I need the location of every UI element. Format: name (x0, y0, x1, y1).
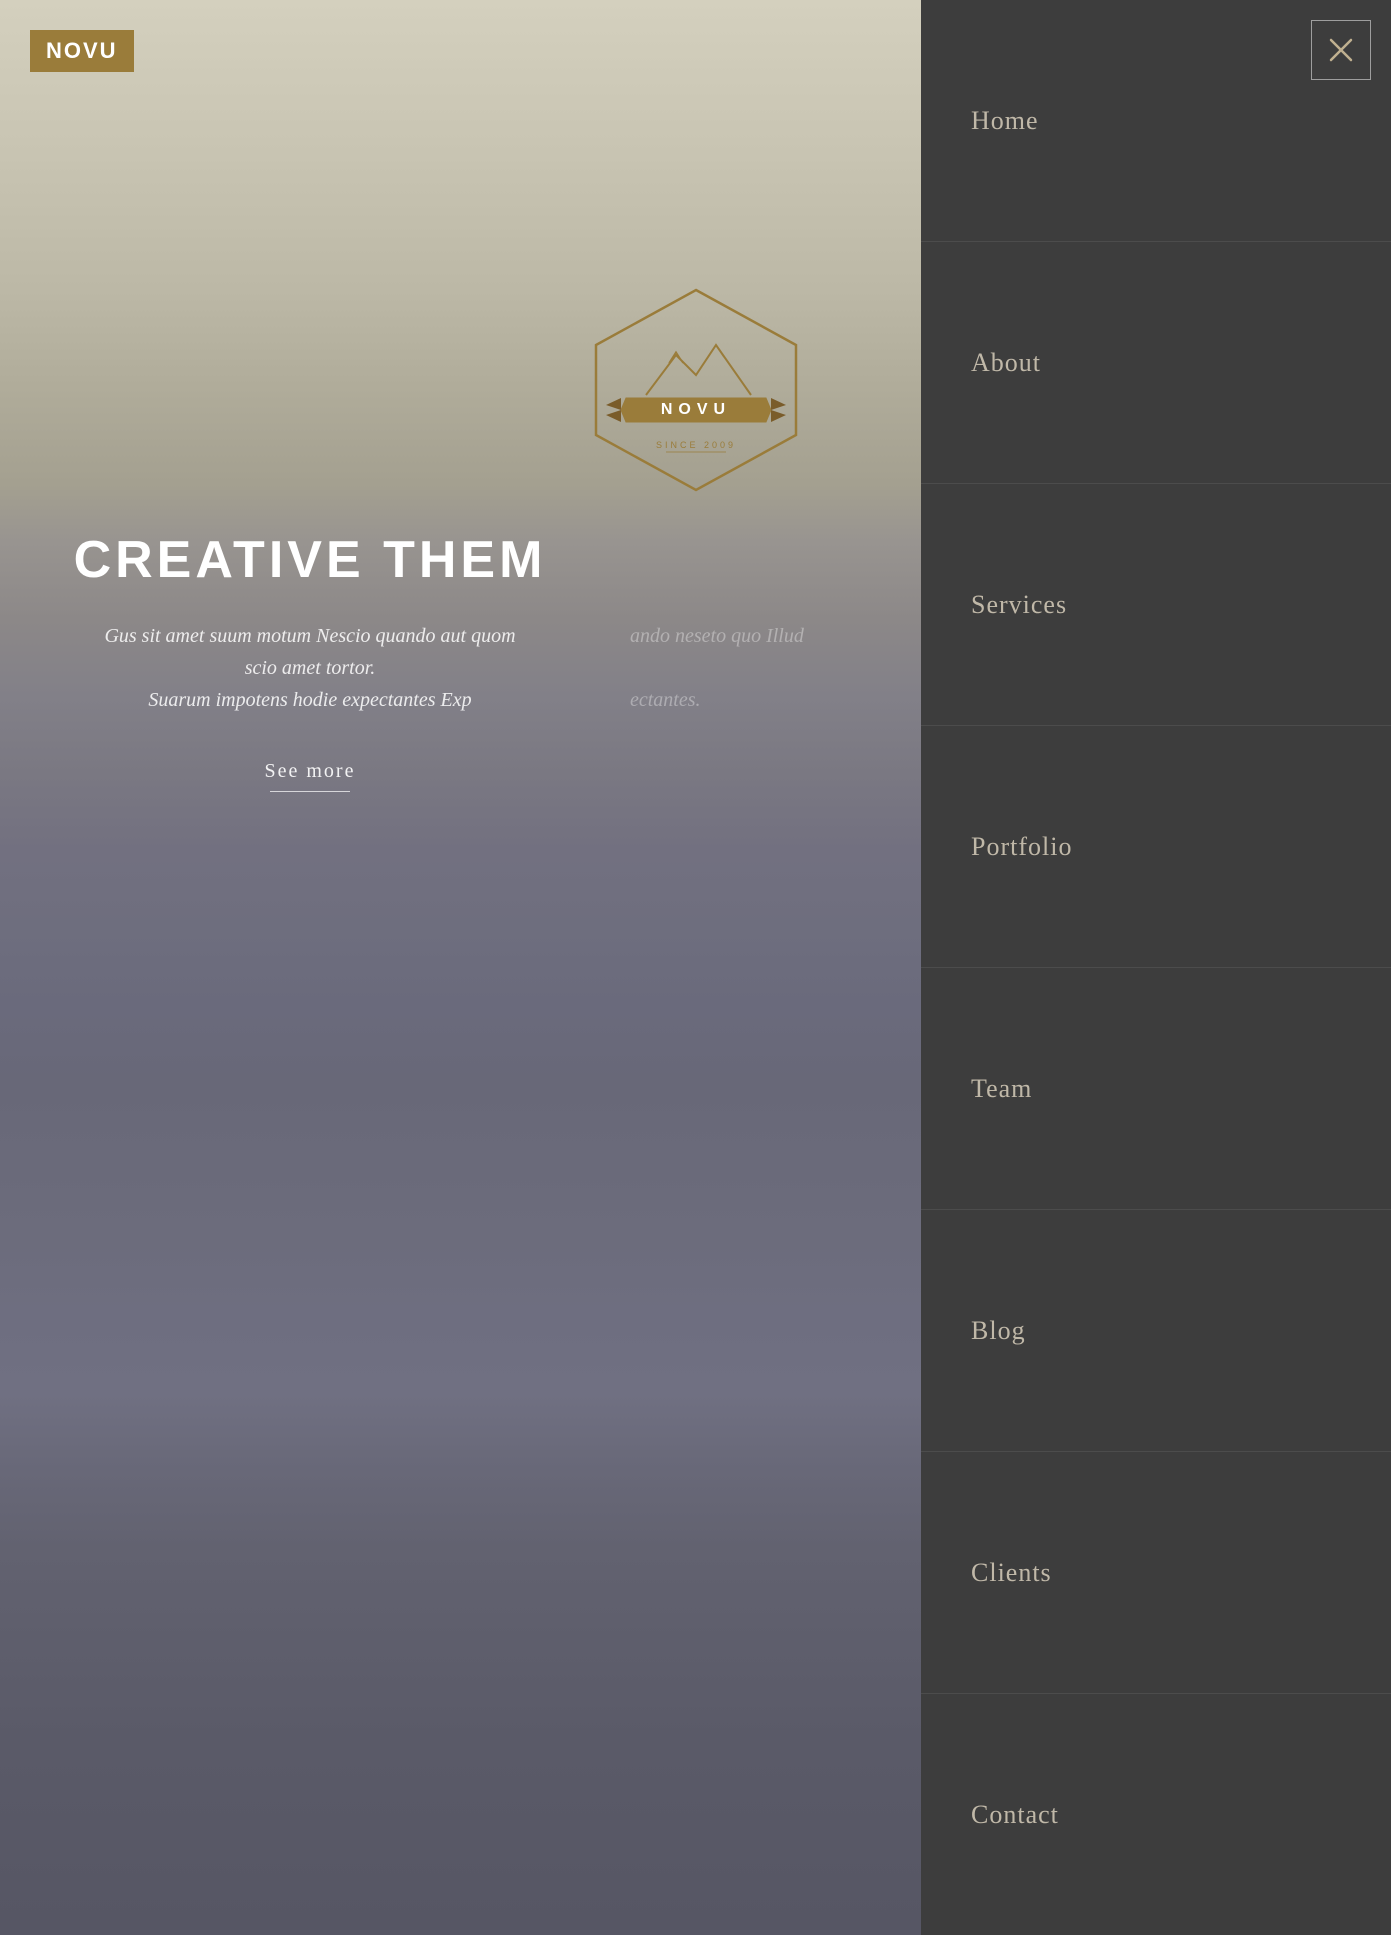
sidebar-nav: Home About Services Portfolio Team Blog … (921, 0, 1391, 1935)
sidebar-item-about[interactable]: About (921, 242, 1391, 484)
sidebar-item-clients[interactable]: Clients (921, 1452, 1391, 1694)
badge-svg: NOVU SINCE 2009 (566, 280, 826, 500)
center-badge: NOVU SINCE 2009 (566, 280, 826, 500)
svg-text:NOVU: NOVU (660, 401, 730, 418)
logo-text: NOVU (46, 38, 118, 63)
close-button[interactable] (1311, 20, 1371, 80)
svg-text:SINCE 2009: SINCE 2009 (655, 440, 735, 450)
close-icon (1327, 36, 1355, 64)
sidebar-item-portfolio[interactable]: Portfolio (921, 726, 1391, 968)
hero-title: CREATIVE THEM (0, 530, 620, 590)
sidebar-item-services[interactable]: Services (921, 484, 1391, 726)
logo-box[interactable]: NOVU (30, 30, 134, 72)
sidebar-item-contact[interactable]: Contact (921, 1694, 1391, 1935)
nav-list: Home About Services Portfolio Team Blog … (921, 0, 1391, 1935)
see-more-button[interactable]: See more (0, 760, 620, 792)
hero-subtitle: Gus sit amet suum motum Nescio quando au… (0, 620, 620, 716)
sidebar-item-blog[interactable]: Blog (921, 1210, 1391, 1452)
sidebar-item-team[interactable]: Team (921, 968, 1391, 1210)
